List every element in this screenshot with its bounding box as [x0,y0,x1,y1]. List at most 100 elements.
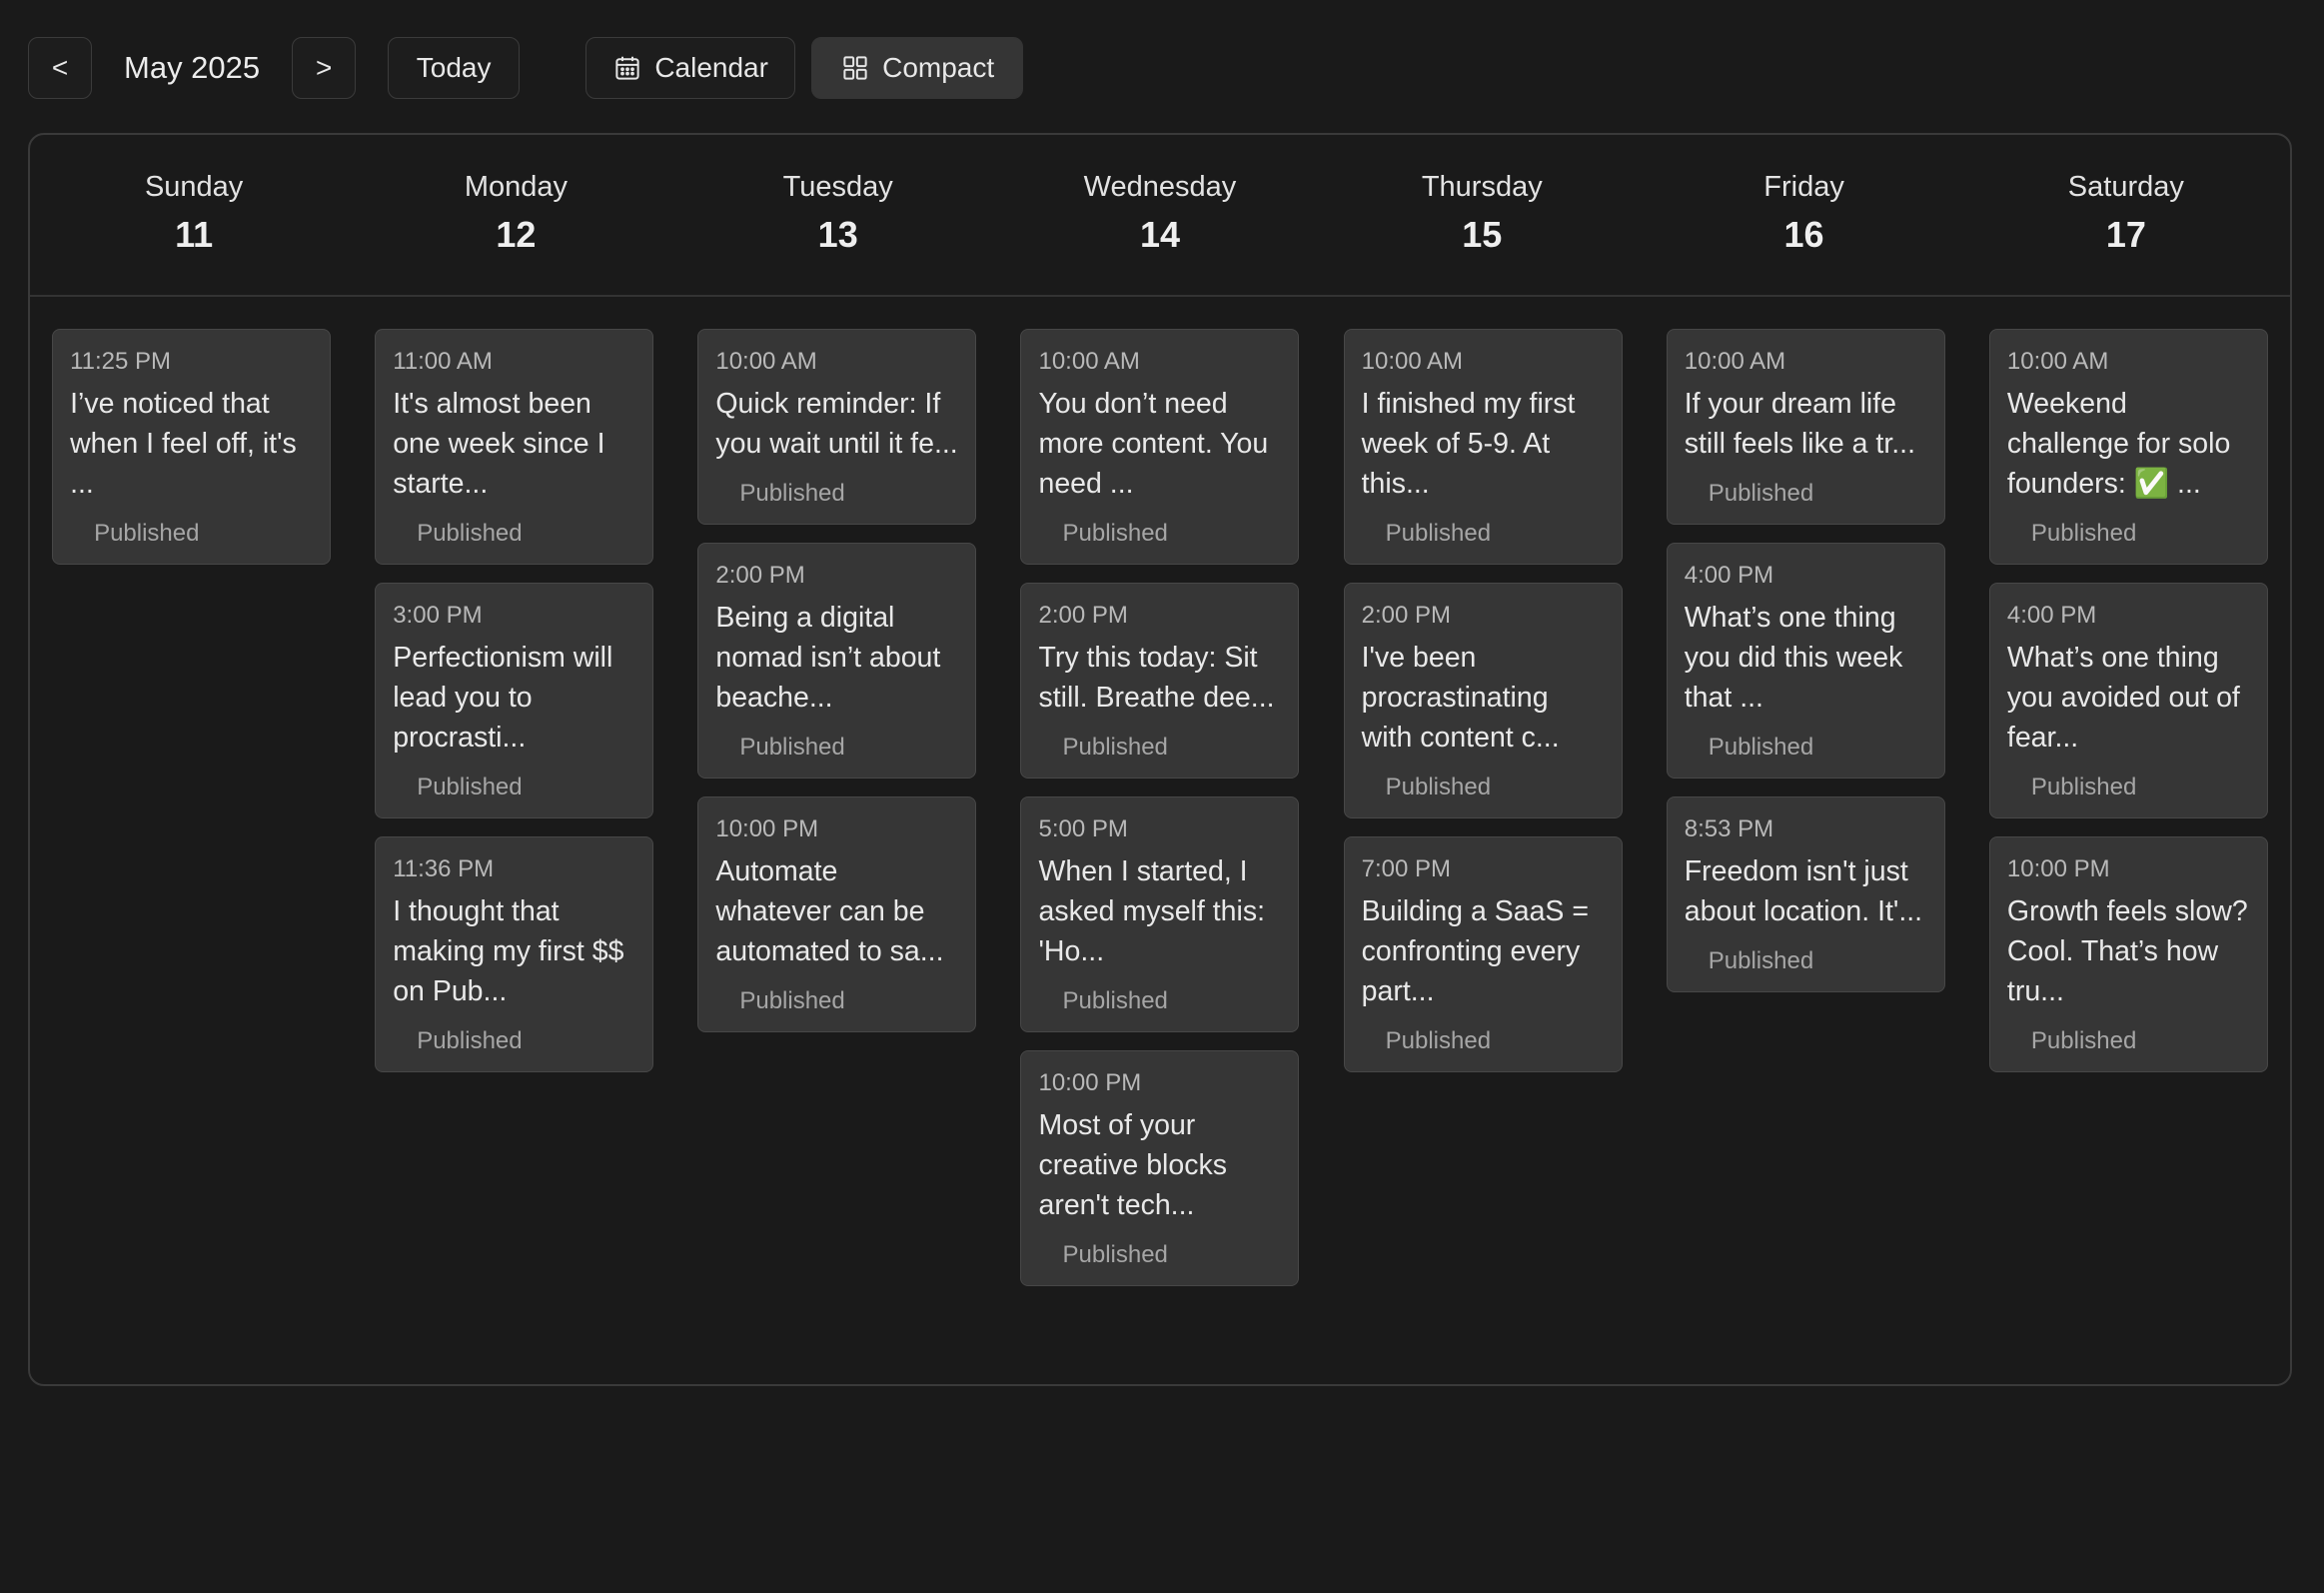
day-column-thursday: 10:00 AM I finished my first week of 5-9… [1322,329,1645,1286]
post-status: Published [1385,520,1492,547]
day-name: Tuesday [782,171,893,203]
day-header-tuesday: Tuesday 13 [677,135,999,295]
day-name: Saturday [2067,171,2184,203]
post-time: 4:00 PM [1684,562,1774,589]
post-status: Published [417,520,523,547]
post-card[interactable]: 11:25 PM I’ve noticed that when I feel o… [52,329,332,565]
calendar-view-button[interactable]: Calendar [585,37,796,99]
day-name: Thursday [1421,171,1543,203]
post-card[interactable]: 2:00 PM Try this today: Sit still. Breat… [1020,583,1300,779]
day-header-sunday: Sunday 11 [33,135,355,295]
post-time: 2:00 PM [1038,602,1128,629]
post-time: 10:00 PM [2006,855,2110,882]
day-column-tuesday: 10:00 AM Quick reminder: If you wait unt… [675,329,998,1286]
day-number: 12 [496,214,537,255]
compact-view-button[interactable]: Compact [811,37,1024,99]
day-name: Wednesday [1083,171,1237,203]
today-button[interactable]: Today [388,37,521,99]
post-status: Published [94,520,200,547]
post-time: 10:00 AM [1684,348,1786,375]
day-header-thursday: Thursday 15 [1321,135,1643,295]
post-card[interactable]: 10:00 AM Quick reminder: If you wait unt… [697,329,977,525]
day-number: 15 [1462,214,1503,255]
day-number: 17 [2105,214,2146,255]
day-name: Friday [1763,171,1844,203]
post-preview: Perfectionism will lead you to procrasti… [393,642,613,754]
day-header-monday: Monday 12 [355,135,676,295]
week-calendar: Sunday 11 Monday 12 Tuesday 13 Wednesday… [28,133,2292,1386]
post-preview: Freedom isn't just about location. It'..… [1684,855,1923,927]
post-card[interactable]: 8:53 PM Freedom isn't just about locatio… [1666,796,1945,992]
post-card[interactable]: 7:00 PM Building a SaaS = confronting ev… [1343,836,1623,1072]
post-status: Published [1385,1027,1492,1054]
post-time: 2:00 PM [1361,602,1452,629]
post-preview: I've been procrastinating with content c… [1361,642,1560,754]
post-time: 2:00 PM [715,562,805,589]
post-card[interactable]: 10:00 AM Weekend challenge for solo foun… [1988,329,2268,565]
day-column-wednesday: 10:00 AM You don’t need more content. Yo… [998,329,1321,1286]
post-preview: When I started, I asked myself this: 'Ho… [1038,855,1265,967]
post-card[interactable]: 10:00 PM Automate whatever can be automa… [697,796,977,1032]
post-preview: What’s one thing you avoided out of fear… [2006,642,2240,754]
post-time: 11:00 AM [393,348,493,375]
day-column-friday: 10:00 AM If your dream life still feels … [1645,329,1967,1286]
post-card[interactable]: 10:00 AM If your dream life still feels … [1666,329,1945,525]
post-card[interactable]: 10:00 PM Most of your creative blocks ar… [1020,1050,1300,1286]
post-card[interactable]: 5:00 PM When I started, I asked myself t… [1020,796,1300,1032]
post-status: Published [1708,480,1814,507]
post-preview: It's almost been one week since I starte… [393,388,605,500]
post-status: Published [2030,520,2137,547]
post-preview: I thought that making my first $$ on Pub… [393,895,624,1007]
post-status: Published [1385,774,1492,800]
day-header-saturday: Saturday 17 [1965,135,2287,295]
post-time: 10:00 AM [715,348,817,375]
prev-week-button[interactable]: < [28,37,92,99]
post-time: 7:00 PM [1361,855,1452,882]
post-time: 10:00 AM [2006,348,2109,375]
post-time: 3:00 PM [393,602,483,629]
day-header-wednesday: Wednesday 14 [999,135,1321,295]
post-status: Published [1062,987,1168,1014]
post-time: 10:00 PM [715,815,819,842]
post-status: Published [1062,520,1168,547]
day-number: 11 [175,214,214,255]
grid-icon [843,56,867,80]
post-card[interactable]: 11:00 AM It's almost been one week since… [375,329,654,565]
post-card[interactable]: 2:00 PM Being a digital nomad isn’t abou… [697,543,977,779]
post-card[interactable]: 4:00 PM What’s one thing you did this we… [1666,543,1945,779]
day-number: 13 [817,214,858,255]
post-card[interactable]: 4:00 PM What’s one thing you avoided out… [1988,583,2268,818]
post-preview: Weekend challenge for solo founders: ✅ .… [2006,388,2231,500]
week-body: 11:25 PM I’ve noticed that when I feel o… [30,297,2290,1286]
post-preview: Growth feels slow? Cool. That’s how tru.… [2006,895,2248,1007]
post-card[interactable]: 10:00 AM I finished my first week of 5-9… [1343,329,1623,565]
post-status: Published [739,987,845,1014]
week-header: Sunday 11 Monday 12 Tuesday 13 Wednesday… [30,135,2290,297]
post-status: Published [739,480,845,507]
day-column-sunday: 11:25 PM I’ve noticed that when I feel o… [30,329,353,1286]
post-time: 5:00 PM [1038,815,1128,842]
post-status: Published [417,774,523,800]
day-column-monday: 11:00 AM It's almost been one week since… [353,329,675,1286]
post-status: Published [1062,734,1168,761]
post-preview: I’ve noticed that when I feel off, it's … [70,388,297,500]
post-card[interactable]: 11:36 PM I thought that making my first … [375,836,654,1072]
post-preview: What’s one thing you did this week that … [1684,602,1903,714]
post-status: Published [417,1027,523,1054]
post-time: 11:25 PM [70,348,172,375]
post-time: 8:53 PM [1684,815,1774,842]
post-card[interactable]: 2:00 PM I've been procrastinating with c… [1343,583,1623,818]
post-preview: Try this today: Sit still. Breathe dee..… [1038,642,1275,714]
post-time: 11:36 PM [393,855,495,882]
post-preview: Building a SaaS = confronting every part… [1361,895,1589,1007]
post-preview: Quick reminder: If you wait until it fe.… [715,388,958,460]
next-week-button[interactable]: > [292,37,357,99]
post-time: 10:00 AM [1361,348,1464,375]
post-card[interactable]: 10:00 AM You don’t need more content. Yo… [1020,329,1300,565]
post-time: 10:00 PM [1038,1069,1142,1096]
post-card[interactable]: 10:00 PM Growth feels slow? Cool. That’s… [1988,836,2268,1072]
post-card[interactable]: 3:00 PM Perfectionism will lead you to p… [375,583,654,818]
post-status: Published [1708,734,1814,761]
post-status: Published [1062,1241,1168,1268]
calendar-icon [615,56,639,80]
